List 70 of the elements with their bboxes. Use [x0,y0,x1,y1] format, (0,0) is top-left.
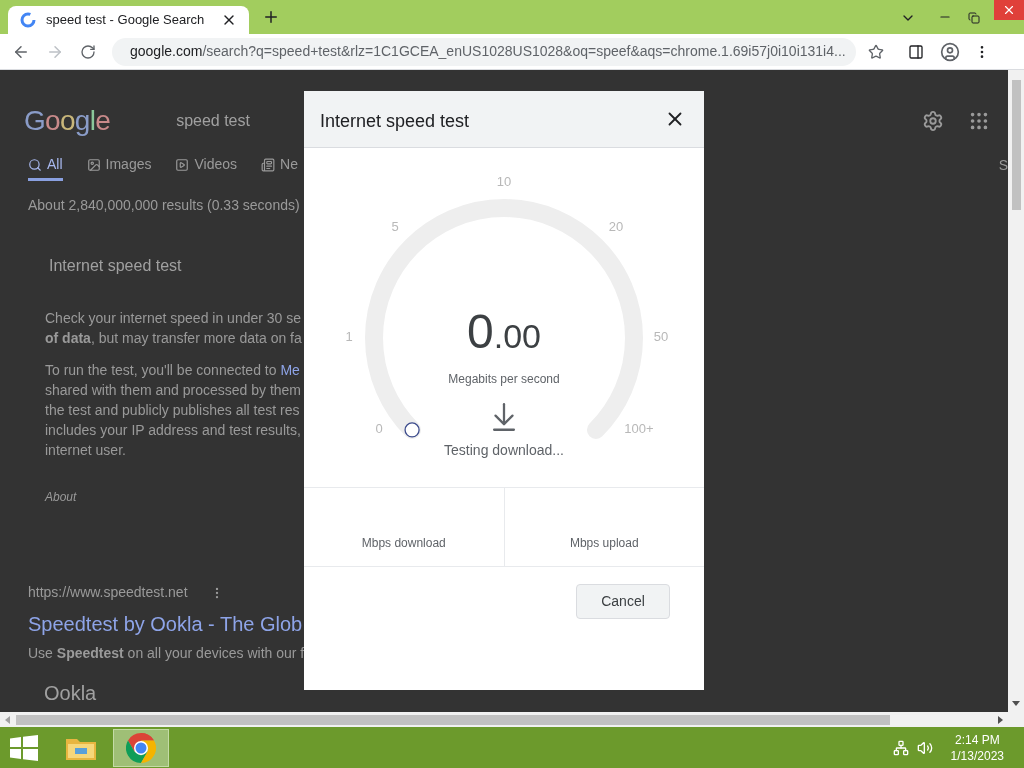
sitelink[interactable]: Ookla [44,678,97,708]
scroll-down-icon[interactable] [1012,701,1020,706]
card-title: Internet speed test [49,256,182,276]
address-field[interactable]: google.com/search?q=speed+test&rlz=1C1GCEA_enUS1028US1028&oq=speef&aqs=chrome.1.69i57j0i10i131i4... [112,37,856,66]
clock-date: 1/13/2023 [950,747,1004,764]
result-url: https://www.speedtest.net [28,583,188,602]
search-tab[interactable]: Videos [175,151,238,181]
results-count: About 2,840,000,000 results (0.33 seconds) [28,196,300,215]
tab-icon [175,157,190,172]
paragraph-line: To run the test, you'll be connected to Me [45,361,300,380]
search-query[interactable]: speed test [176,109,250,133]
scrollbar-thumb[interactable] [16,714,890,725]
scrollbar-thumb[interactable] [1011,80,1021,210]
google-icon [20,12,36,28]
browser-tab[interactable]: speed test - Google Search [8,6,249,34]
apps-icon[interactable] [968,110,990,132]
vertical-scrollbar[interactable] [1008,70,1024,712]
clock-time: 2:14 PM [954,731,1000,748]
search-tab[interactable]: All [28,151,63,181]
profile-icon[interactable] [940,41,960,62]
chrome-icon [126,732,156,763]
clock[interactable]: 2:14 PM 1/13/2023 [950,731,1004,764]
reload-icon[interactable] [80,43,96,60]
speed-value: 0.00 [467,308,541,356]
cancel-button[interactable]: Cancel [576,584,670,619]
search-tab[interactable]: Ne [261,151,298,181]
search-tab[interactable]: Images [86,151,152,181]
paragraph-line: Check your internet speed in under 30 se [45,309,302,328]
paragraph-line: internet user. [45,441,126,460]
tab-icon [86,157,101,172]
url-text: google.com/search?q=speed+test&rlz=1C1GCEA_enUS1028US1028&oq=speef&aqs=chrome.1.69i57j0i10i131i4... [130,42,846,61]
gauge-needle [404,422,420,438]
tab-icon [261,157,276,172]
google-logo[interactable]: Google [24,100,111,142]
result-title-link[interactable]: Speedtest by Ookla - The Glob [28,609,303,639]
paragraph-line: includes your IP address and test results, [45,421,301,440]
about-link[interactable]: About [45,488,77,506]
network-icon[interactable] [892,739,909,756]
settings-icon[interactable] [922,110,944,132]
paragraph-line: shared with them and processed by them [45,381,302,400]
gauge-tick-label: 20 [608,219,624,235]
paragraph-line: the test and publicly publishes all test res [45,401,300,420]
gauge-tick-label: 5 [391,219,399,235]
download-label: Mbps download [361,535,446,552]
gauge-tick-label: 1 [345,329,353,345]
search-tab[interactable]: S [998,155,1008,176]
gauge-tick-label: 100+ [624,421,654,437]
gauge-tick-label: 10 [496,174,512,190]
volume-icon[interactable] [916,739,933,756]
link[interactable]: Me [280,362,300,378]
windows-start-icon[interactable] [10,734,38,761]
close-window-button[interactable] [994,0,1024,20]
tab-icon [28,157,42,172]
tab-title: speed test - Google Search [46,11,205,30]
restore-icon[interactable] [968,12,980,24]
unit-label: Megabits per second [448,371,560,388]
horizontal-scrollbar[interactable] [0,712,1024,727]
gauge-tick-label: 0 [375,421,383,437]
upload-label: Mbps upload [569,535,639,552]
side-panel-icon[interactable] [908,43,924,60]
result-snippet: Use Speedtest on all your devices with our f [28,644,305,663]
new-tab-icon[interactable] [262,8,280,26]
status-text: Testing download... [444,441,564,460]
close-icon [1002,3,1016,17]
dialog-title: Internet speed test [320,109,470,133]
gauge-tick-label: 50 [653,329,669,345]
scroll-right-icon[interactable] [998,715,1003,724]
chrome-taskbar-button[interactable] [113,728,169,767]
bookmark-star-icon[interactable] [868,43,884,60]
paragraph-line: of data, but may transfer more data on fa [45,329,302,348]
